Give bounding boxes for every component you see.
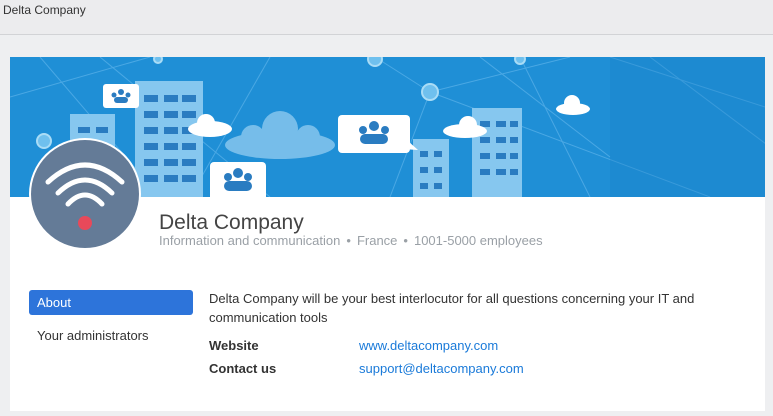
window-titlebar: Delta Company [0, 0, 773, 35]
people-group-icon [103, 84, 139, 108]
meta-separator: • [403, 233, 408, 248]
content-frame: Delta Company Information and communicat… [0, 35, 773, 416]
company-industry: Information and communication [159, 233, 341, 248]
website-link[interactable]: www.deltacompany.com [359, 338, 498, 353]
people-group-icon [210, 162, 266, 197]
contact-email-link[interactable]: support@deltacompany.com [359, 361, 524, 376]
nav-item-administrators[interactable]: Your administrators [37, 328, 149, 343]
website-label: Website [209, 338, 259, 353]
company-meta: Information and communication • France • 100… [159, 233, 543, 248]
company-logo-avatar [29, 138, 141, 250]
company-country: France [356, 233, 398, 248]
company-name: Delta Company [159, 211, 304, 234]
company-profile-card: Delta Company Information and communicat… [10, 57, 765, 411]
window-title: Delta Company [3, 3, 86, 17]
people-group-icon [338, 115, 418, 153]
company-size: 1001-5000 employees [413, 233, 543, 248]
nav-item-about[interactable]: About [29, 290, 193, 315]
wifi-icon [45, 162, 125, 230]
about-description: Delta Company will be your best interloc… [209, 291, 695, 325]
meta-separator: • [346, 233, 351, 248]
contact-label: Contact us [209, 361, 277, 376]
